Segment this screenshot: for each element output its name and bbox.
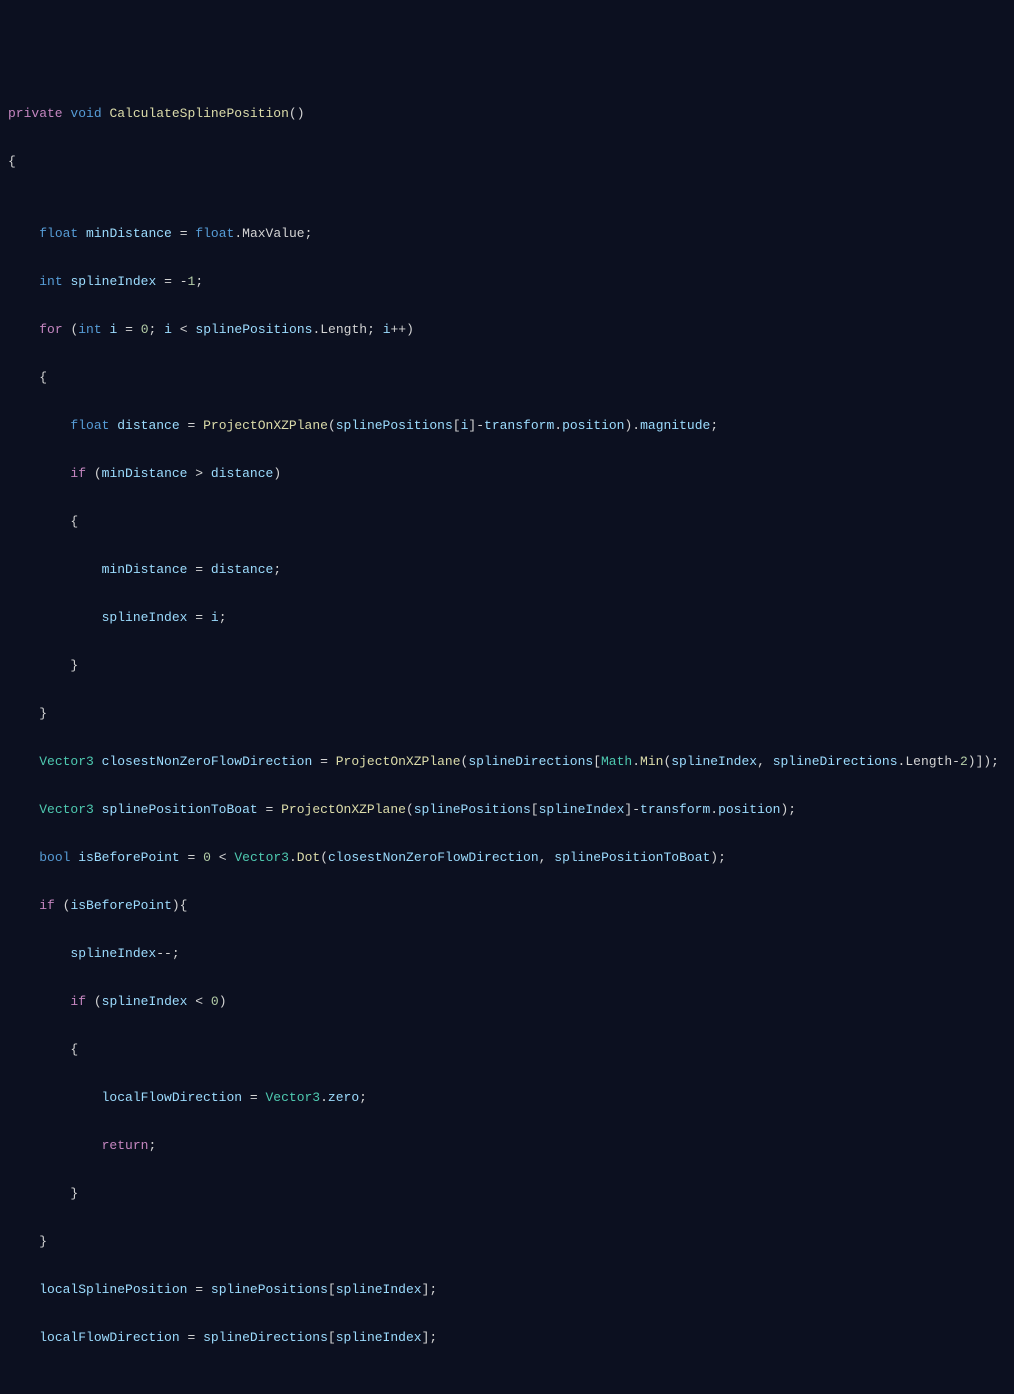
var-minDistance: minDistance bbox=[86, 226, 172, 241]
code-line: float distance = ProjectOnXZPlane(spline… bbox=[0, 414, 1014, 438]
code-line: Vector3 splinePositionToBoat = ProjectOn… bbox=[0, 798, 1014, 822]
keyword-bool: bool bbox=[39, 850, 70, 865]
code-line: return; bbox=[0, 1134, 1014, 1158]
code-line: } bbox=[0, 1182, 1014, 1206]
code-line: splineIndex--; bbox=[0, 942, 1014, 966]
code-line: bool isBeforePoint = 0 < Vector3.Dot(clo… bbox=[0, 846, 1014, 870]
code-line: for (int i = 0; i < splinePositions.Leng… bbox=[0, 318, 1014, 342]
code-line: localFlowDirection = splineDirections[sp… bbox=[0, 1326, 1014, 1350]
code-line: splineIndex = i; bbox=[0, 606, 1014, 630]
code-line: private void CalculateSplinePosition() bbox=[0, 102, 1014, 126]
code-line: if (splineIndex < 0) bbox=[0, 990, 1014, 1014]
keyword-private: private bbox=[8, 106, 63, 121]
keyword-void: void bbox=[70, 106, 101, 121]
code-line: if (minDistance > distance) bbox=[0, 462, 1014, 486]
code-line: } bbox=[0, 654, 1014, 678]
code-line: if (isBeforePoint){ bbox=[0, 894, 1014, 918]
code-line: } bbox=[0, 1230, 1014, 1254]
code-line: localSplinePosition = splinePositions[sp… bbox=[0, 1278, 1014, 1302]
code-line: localFlowDirection = Vector3.zero; bbox=[0, 1086, 1014, 1110]
code-line: { bbox=[0, 366, 1014, 390]
code-line: { bbox=[0, 1038, 1014, 1062]
code-line: } bbox=[0, 702, 1014, 726]
code-line: Vector3 closestNonZeroFlowDirection = Pr… bbox=[0, 750, 1014, 774]
var-splineIndex: splineIndex bbox=[70, 274, 156, 289]
keyword-if: if bbox=[70, 466, 86, 481]
code-line: int splineIndex = -1; bbox=[0, 270, 1014, 294]
code-line: { bbox=[0, 510, 1014, 534]
code-line: { bbox=[0, 150, 1014, 174]
type-vector3: Vector3 bbox=[39, 754, 94, 769]
keyword-float: float bbox=[39, 226, 78, 241]
code-line: float minDistance = float.MaxValue; bbox=[0, 222, 1014, 246]
keyword-int: int bbox=[39, 274, 62, 289]
function-name: CalculateSplinePosition bbox=[109, 106, 288, 121]
keyword-for: for bbox=[39, 322, 62, 337]
code-line: minDistance = distance; bbox=[0, 558, 1014, 582]
keyword-return: return bbox=[102, 1138, 149, 1153]
